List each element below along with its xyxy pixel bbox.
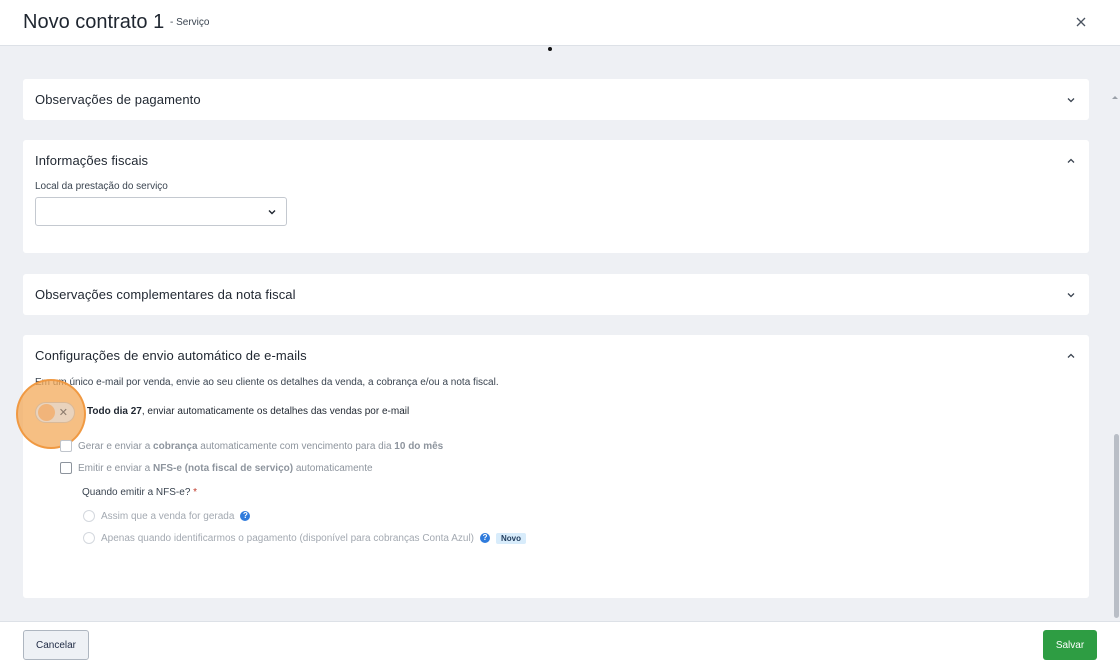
toggle-knob: [38, 404, 55, 421]
new-badge: Novo: [496, 532, 527, 544]
payment-notes-section[interactable]: Observações de pagamento: [23, 79, 1089, 120]
nfse-checkbox[interactable]: [60, 462, 72, 474]
x-icon: ✕: [58, 407, 68, 419]
toggle-label-bold: Todo dia 27: [87, 406, 142, 417]
fiscal-info-title[interactable]: Informações fiscais: [35, 153, 148, 168]
chevron-up-icon[interactable]: [1065, 155, 1077, 167]
fiscal-info-section: Informações fiscais Local da prestação d…: [23, 140, 1089, 253]
charge-option[interactable]: Gerar e enviar a cobrança automaticament…: [60, 440, 443, 452]
radio-on-sale-label: Assim que a venda for gerada: [101, 510, 235, 522]
nfse-option-text: Emitir e enviar a NFS-e (nota fiscal de …: [78, 462, 373, 474]
charge-checkbox[interactable]: [60, 440, 72, 452]
chevron-down-icon[interactable]: [1065, 289, 1077, 301]
payment-notes-title: Observações de pagamento: [35, 92, 201, 107]
email-settings-description: Em um único e-mail por venda, envie ao s…: [35, 377, 499, 388]
email-settings-title[interactable]: Configurações de envio automático de e-m…: [35, 348, 307, 363]
service-location-select[interactable]: [35, 197, 287, 226]
chevron-down-icon: [268, 210, 276, 215]
invoice-notes-title: Observações complementares da nota fisca…: [35, 287, 296, 302]
charge-option-text: Gerar e enviar a cobrança automaticament…: [78, 440, 444, 452]
invoice-notes-section[interactable]: Observações complementares da nota fisca…: [23, 274, 1089, 315]
save-button[interactable]: Salvar: [1043, 630, 1097, 660]
page-title: Novo contrato 1: [23, 11, 165, 33]
radio-on-payment-label: Apenas quando identificarmos o pagamento…: [101, 532, 475, 544]
chevron-up-icon[interactable]: [1065, 350, 1077, 362]
radio-on-sale[interactable]: Assim que a venda for gerada ?: [83, 510, 251, 522]
scrollbar-thumb[interactable]: [1114, 434, 1119, 618]
help-icon[interactable]: ?: [240, 511, 251, 521]
auto-email-toggle[interactable]: ✕: [35, 402, 75, 423]
modal-header: Novo contrato 1 - Serviço: [0, 0, 1120, 46]
help-icon[interactable]: ?: [480, 533, 491, 543]
close-icon[interactable]: [1073, 14, 1089, 30]
nfse-timing-question: Quando emitir a NFS-e? *: [82, 487, 198, 498]
modal-footer: Cancelar Salvar: [0, 621, 1120, 668]
nfse-option[interactable]: Emitir e enviar a NFS-e (nota fiscal de …: [60, 462, 373, 474]
cancel-button[interactable]: Cancelar: [23, 630, 89, 660]
auto-email-toggle-label: Todo dia 27, enviar automaticamente os d…: [87, 406, 409, 417]
toggle-label-rest: , enviar automaticamente os detalhes das…: [141, 406, 410, 417]
radio-on-payment-input[interactable]: [83, 532, 95, 544]
radio-on-sale-input[interactable]: [83, 510, 95, 522]
chevron-down-icon[interactable]: [1065, 94, 1077, 106]
required-mark: *: [193, 487, 198, 498]
page-subtitle: - Serviço: [170, 17, 210, 28]
scroll-up-arrow[interactable]: [1112, 96, 1118, 99]
scroll-indicator-dot: [548, 47, 552, 51]
service-location-label: Local da prestação do serviço: [35, 181, 168, 192]
radio-on-payment[interactable]: Apenas quando identificarmos o pagamento…: [83, 532, 527, 544]
